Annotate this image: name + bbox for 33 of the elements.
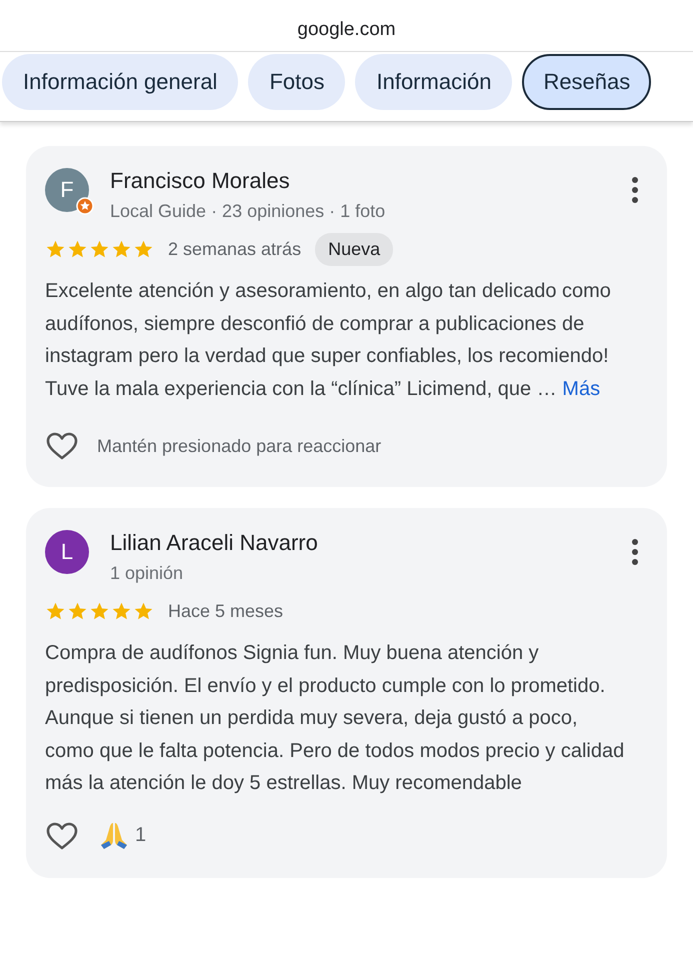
tab[interactable]: Fotos	[248, 54, 346, 110]
review-time: 2 semanas atrás	[168, 238, 302, 260]
tab[interactable]: Información general	[2, 54, 238, 110]
tab[interactable]: Información	[355, 54, 512, 110]
star-icon	[111, 600, 132, 622]
tab[interactable]: Reseñas	[522, 54, 652, 110]
more-options-icon[interactable]	[629, 176, 641, 204]
star-icon	[89, 238, 110, 260]
address-text: google.com	[0, 0, 693, 52]
star-icon	[89, 600, 110, 622]
star-icon	[111, 238, 132, 260]
more-link[interactable]: Más	[562, 378, 600, 400]
review-text: Excelente atención y asesoramiento, en algo tan delicado como audífonos, siempre desconfió de comprar a publicaciones de instagram pero la verdad que super confiables, los recomiendo! Tuve la mala experiencia con la “clínica” Licimend, que … Más	[45, 279, 612, 402]
reviewer-name[interactable]: Francisco Morales	[110, 166, 386, 196]
reaction-hint: Mantén presionado para reaccionar	[97, 436, 382, 456]
review-time: Hace 5 meses	[168, 600, 284, 622]
star-icon	[45, 238, 66, 260]
reviewer-meta: Local Guide · 23 opiniones · 1 foto	[110, 200, 386, 223]
reviewer-name[interactable]: Lilian Araceli Navarro	[110, 528, 318, 558]
heart-icon[interactable]	[45, 431, 79, 461]
avatar-letter: L	[60, 539, 74, 565]
review-text: Compra de audífonos Signia fun. Muy buena atención y predisposición. El envío y el producto cumple con lo prometido. Aunque si tienen un perdida muy severa, deja gustó a poco, como que le falta potencia. Pero de todos modos precio y calidad más la atención le doy 5 estrellas. Muy recomendable	[45, 641, 626, 796]
more-options-icon[interactable]	[629, 538, 641, 566]
star-icon	[133, 238, 154, 260]
heart-icon[interactable]	[45, 820, 79, 850]
avatar-letter: F	[60, 177, 74, 203]
star-icon	[45, 600, 66, 622]
star-icon	[67, 238, 88, 260]
star-icon	[67, 600, 88, 622]
star-icon	[133, 600, 154, 622]
reviewer-meta: 1 opinión	[110, 562, 184, 585]
reaction-count: 1	[135, 824, 146, 847]
new-badge: Nueva	[315, 232, 394, 266]
